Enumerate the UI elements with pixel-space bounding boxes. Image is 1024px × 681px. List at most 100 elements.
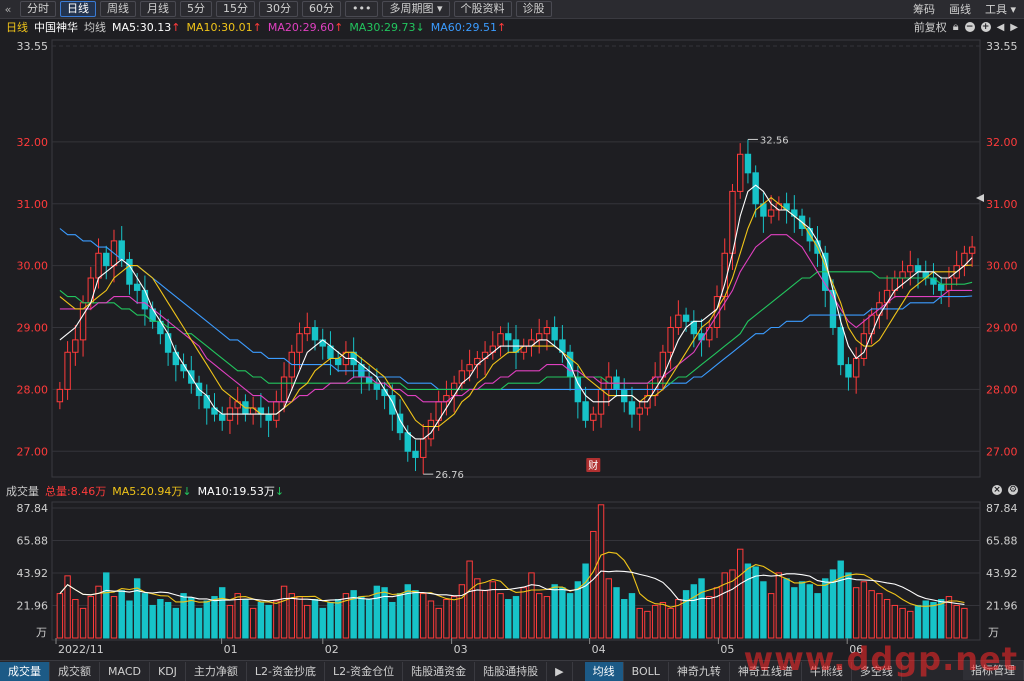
candle-body[interactable] bbox=[938, 283, 945, 291]
indicator-tab-8[interactable]: 陆股通持股 bbox=[475, 661, 548, 681]
volume-bar[interactable] bbox=[319, 607, 326, 639]
chevron-left-icon[interactable]: ◀ bbox=[997, 22, 1005, 33]
volume-bar[interactable] bbox=[938, 599, 945, 639]
volume-bar[interactable] bbox=[420, 593, 427, 639]
volume-bar[interactable] bbox=[234, 593, 241, 639]
candle-body[interactable] bbox=[628, 401, 636, 415]
volume-bar[interactable] bbox=[744, 563, 752, 639]
volume-bar[interactable] bbox=[644, 610, 651, 639]
settings-icon[interactable]: ⚙ bbox=[1008, 485, 1018, 495]
volume-bar[interactable] bbox=[381, 587, 388, 639]
volume-bar[interactable] bbox=[690, 584, 698, 639]
volume-bar[interactable] bbox=[296, 596, 303, 639]
volume-bar[interactable] bbox=[721, 572, 728, 639]
volume-bar[interactable] bbox=[621, 599, 628, 639]
volume-bar[interactable] bbox=[551, 584, 558, 639]
volume-bar[interactable] bbox=[752, 566, 759, 639]
volume-bar[interactable] bbox=[172, 607, 180, 639]
volume-bar[interactable] bbox=[791, 587, 798, 639]
candle-body[interactable] bbox=[497, 333, 504, 347]
candle-body[interactable] bbox=[667, 327, 674, 353]
volume-bar[interactable] bbox=[435, 607, 442, 639]
candle-body[interactable] bbox=[133, 283, 141, 291]
volume-bar[interactable] bbox=[149, 604, 156, 639]
candle-body[interactable] bbox=[265, 413, 272, 421]
volume-bar[interactable] bbox=[651, 604, 659, 639]
volume-bar[interactable] bbox=[79, 607, 87, 639]
lock-icon[interactable]: 🔒︎ bbox=[953, 20, 959, 34]
candle-body[interactable] bbox=[466, 364, 473, 372]
candle-body[interactable] bbox=[420, 438, 427, 458]
draw-line-button[interactable]: 画线 bbox=[949, 1, 971, 17]
candle-body[interactable] bbox=[87, 277, 94, 304]
volume-bar[interactable] bbox=[582, 563, 589, 639]
tab-3[interactable]: 月线 bbox=[140, 1, 176, 17]
candle-body[interactable] bbox=[164, 333, 172, 353]
candle-body[interactable] bbox=[311, 327, 319, 341]
volume-bar[interactable] bbox=[907, 610, 914, 639]
volume-bar[interactable] bbox=[682, 590, 690, 639]
volume-bar[interactable] bbox=[481, 590, 489, 639]
volume-bar[interactable] bbox=[806, 584, 813, 639]
volume-bar[interactable] bbox=[760, 581, 767, 639]
volume-bar[interactable] bbox=[706, 596, 713, 639]
volume-bar[interactable] bbox=[822, 578, 829, 639]
volume-bar[interactable] bbox=[605, 578, 612, 639]
indicator-tab-2[interactable]: MACD bbox=[100, 661, 150, 681]
overlay-tab-0[interactable]: 均线 bbox=[584, 661, 624, 681]
candle-body[interactable] bbox=[273, 401, 280, 421]
candle-body[interactable] bbox=[280, 376, 288, 403]
candle-body[interactable] bbox=[767, 209, 775, 217]
candle-body[interactable] bbox=[868, 314, 875, 335]
candle-body[interactable] bbox=[505, 333, 512, 341]
volume-bar[interactable] bbox=[736, 548, 744, 639]
volume-bar[interactable] bbox=[257, 601, 265, 639]
overlay-tab-1[interactable]: BOLL bbox=[624, 661, 669, 681]
tab-9[interactable]: 多周期图 ▾ bbox=[382, 1, 450, 17]
volume-bar[interactable] bbox=[698, 578, 705, 639]
candlestick-chart[interactable]: 33.55 33.55 32.00 32.00 31.00 31.00 30.00 30.00… bbox=[0, 36, 1024, 484]
volume-bar[interactable] bbox=[845, 572, 852, 639]
candle-body[interactable] bbox=[682, 314, 690, 322]
candle-body[interactable] bbox=[535, 333, 543, 341]
candle-body[interactable] bbox=[118, 240, 125, 260]
volume-bar[interactable] bbox=[636, 607, 643, 639]
chevron-right-icon[interactable]: ▶ bbox=[1010, 22, 1018, 33]
volume-bar[interactable] bbox=[126, 600, 133, 639]
volume-bar[interactable] bbox=[103, 572, 110, 639]
candle-body[interactable] bbox=[304, 327, 311, 335]
candle-body[interactable] bbox=[582, 401, 589, 421]
volume-bar[interactable] bbox=[767, 593, 775, 639]
candle-body[interactable] bbox=[103, 252, 110, 267]
volume-bar[interactable] bbox=[110, 596, 118, 639]
volume-bar[interactable] bbox=[304, 604, 311, 639]
volume-bar[interactable] bbox=[203, 600, 210, 639]
candle-body[interactable] bbox=[968, 246, 976, 254]
volume-bar[interactable] bbox=[613, 587, 620, 639]
volume-bar[interactable] bbox=[427, 600, 435, 639]
volume-bar[interactable] bbox=[404, 584, 411, 639]
volume-bar[interactable] bbox=[443, 599, 450, 639]
zoom-in-icon[interactable]: + bbox=[980, 22, 991, 32]
volume-bar[interactable] bbox=[72, 599, 79, 639]
candle-body[interactable] bbox=[219, 413, 226, 421]
candle-body[interactable] bbox=[845, 364, 852, 378]
volume-bar[interactable] bbox=[311, 599, 319, 639]
candle-body[interactable] bbox=[203, 395, 210, 409]
volume-bar[interactable] bbox=[412, 590, 419, 639]
adjust-mode[interactable]: 前复权 bbox=[914, 19, 947, 35]
volume-bar[interactable] bbox=[365, 599, 373, 639]
volume-bar[interactable] bbox=[535, 593, 543, 639]
tab-10[interactable]: 个股资料 bbox=[453, 1, 512, 17]
volume-bar[interactable] bbox=[667, 607, 674, 639]
tab-5[interactable]: 15分 bbox=[216, 1, 255, 17]
volume-bar[interactable] bbox=[559, 587, 566, 639]
volume-bar[interactable] bbox=[188, 597, 195, 639]
candle-body[interactable] bbox=[907, 265, 914, 273]
candle-body[interactable] bbox=[334, 357, 342, 366]
volume-bar[interactable] bbox=[775, 572, 783, 639]
chip-button[interactable]: 筹码 bbox=[913, 1, 935, 17]
candle-body[interactable] bbox=[636, 407, 643, 415]
volume-bar[interactable] bbox=[659, 601, 667, 639]
tab-2[interactable]: 周线 bbox=[100, 1, 136, 17]
